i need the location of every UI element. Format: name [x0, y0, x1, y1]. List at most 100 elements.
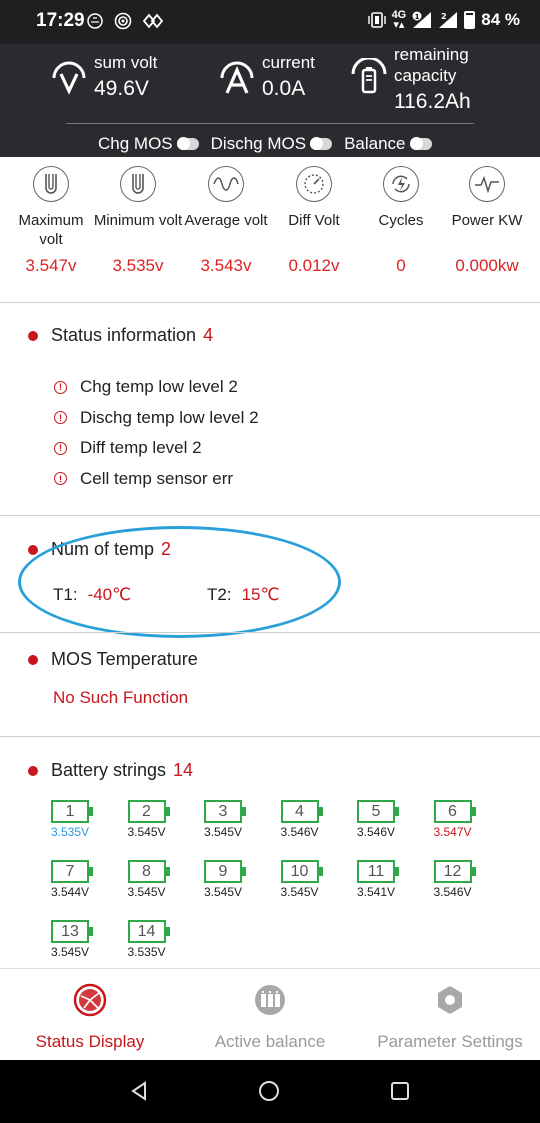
cell-battery-icon: 13 — [51, 920, 93, 943]
sum-volt-value: 49.6V — [94, 77, 149, 100]
alert-item: ! Diff temp level 2 — [54, 433, 259, 464]
alert-item: ! Chg temp low level 2 — [54, 372, 259, 403]
cell-voltage: 3.546V — [280, 825, 319, 839]
svg-text:2: 2 — [441, 12, 447, 21]
cell-battery-icon: 2 — [127, 800, 170, 823]
cell-battery-icon: 4 — [280, 800, 323, 823]
remaining-capacity-stat: remaining capacity 116.2Ah — [350, 44, 471, 115]
mos-temp-title: MOS Temperature — [28, 649, 198, 670]
battery-cell: 10 3.545V — [270, 860, 330, 899]
remaining-value: 116.2Ah — [394, 90, 471, 113]
current-label: current — [262, 53, 315, 72]
ammeter-icon — [220, 61, 254, 94]
vibrate-icon — [367, 12, 386, 28]
back-icon[interactable] — [128, 1080, 150, 1102]
voltage-metrics: Maximum volt 3.547v Minimum volt 3.535v … — [0, 166, 540, 302]
cycle-bolt-icon — [383, 166, 419, 202]
alert-item: ! Dischg temp low level 2 — [54, 403, 259, 434]
cell-voltage: 3.545V — [127, 885, 166, 899]
parameter-settings-icon — [438, 986, 462, 1014]
gauge-icon — [296, 166, 332, 202]
status-info-count: 4 — [203, 325, 214, 345]
battery-strings-count: 14 — [173, 760, 194, 780]
alert-item: ! Cell temp sensor err — [54, 464, 259, 495]
cell-voltage: 3.535V — [50, 825, 90, 839]
max-volt-icon — [33, 166, 69, 202]
current-value: 0.0A — [262, 77, 306, 100]
dischg-mos-toggle[interactable] — [310, 137, 333, 150]
mos-temp-message: No Such Function — [53, 688, 189, 707]
battery-cell: 9 3.545V — [193, 860, 253, 899]
sum-volt-stat: sum volt 49.6V — [50, 52, 157, 102]
cell-battery-icon: 8 — [127, 860, 170, 883]
tab-parameter-settings[interactable]: Parameter Settings — [365, 969, 535, 1061]
status-info-title: Status information 4 — [28, 325, 213, 346]
power-pulse-icon — [469, 166, 505, 202]
battery-gauge-icon — [351, 58, 387, 94]
divider — [0, 736, 540, 737]
alert-icon: ! — [54, 411, 67, 425]
remaining-label-2: capacity — [394, 66, 457, 85]
signal-sim1-icon: 1 — [412, 11, 432, 28]
chg-mos-switch[interactable]: Chg MOS — [98, 134, 199, 154]
voltmeter-icon — [52, 61, 86, 95]
recents-icon[interactable] — [389, 1080, 411, 1102]
bullet-dot — [28, 765, 38, 776]
cell-voltage: 3.546V — [433, 885, 472, 899]
battery-cell: 13 3.545V — [40, 920, 100, 959]
tab-status-display[interactable]: Status Display — [20, 969, 160, 1061]
divider — [0, 632, 540, 633]
cell-voltage: 3.545V — [280, 885, 319, 899]
cell-battery-icon: 1 — [51, 800, 93, 823]
mos-switches: Chg MOS Dischg MOS Balance — [98, 134, 432, 154]
battery-percent: 84 % — [481, 10, 520, 29]
cell-voltage: 3.545V — [203, 885, 243, 899]
cell-battery-icon: 9 — [204, 860, 246, 883]
alert-icon: ! — [54, 441, 67, 455]
annotation-ellipse — [18, 526, 341, 638]
cell-battery-icon: 10 — [280, 860, 323, 883]
battery-strings-title: Battery strings 14 — [28, 760, 193, 781]
battery-cell: 7 3.544V — [40, 860, 100, 899]
balance-switch[interactable]: Balance — [344, 134, 432, 154]
tab-active-balance[interactable]: Active balance — [200, 969, 340, 1061]
status-display-icon — [73, 983, 107, 1017]
status-bar: 17:29 4G ▾▴ 1 2 84 % — [0, 0, 540, 44]
clock: 17:29 — [36, 10, 85, 31]
metric-diff-volt: Diff Volt 0.012v — [269, 166, 359, 276]
cell-voltage: 3.545V — [203, 825, 243, 839]
cell-battery-icon: 14 — [127, 920, 170, 943]
status-icons: 4G ▾▴ 1 2 84 % — [367, 9, 520, 31]
system-nav-bar — [0, 1060, 540, 1123]
diamond-notification-icon — [142, 13, 164, 29]
home-icon[interactable] — [258, 1080, 280, 1102]
battery-cell: 1 3.535V — [40, 800, 100, 839]
chg-mos-toggle[interactable] — [176, 137, 199, 150]
balance-toggle[interactable] — [409, 137, 432, 150]
header-divider — [66, 123, 474, 124]
divider — [0, 302, 540, 303]
cell-battery-icon: 6 — [433, 800, 476, 823]
sum-volt-label: sum volt — [94, 53, 158, 72]
signal-sim2-icon: 2 — [439, 12, 458, 28]
metric-average-volt: Average volt 3.543v — [181, 166, 271, 276]
bottom-nav: Status Display Active balance Parameter … — [0, 968, 540, 1060]
battery-cell: 4 3.546V — [270, 800, 330, 839]
alert-icon: ! — [54, 472, 67, 486]
metric-max-volt: Maximum volt 3.547v — [6, 166, 96, 276]
metric-cycles: Cycles 0 — [356, 166, 446, 276]
cell-battery-icon: 12 — [433, 860, 476, 883]
dischg-mos-switch[interactable]: Dischg MOS — [211, 134, 333, 154]
battery-cell: 12 3.546V — [423, 860, 483, 899]
alert-list: ! Chg temp low level 2 ! Dischg temp low l… — [54, 372, 259, 494]
network-type: 4G ▾▴ — [391, 9, 407, 31]
metric-min-volt: Minimum volt 3.535v — [93, 166, 183, 276]
current-stat: current 0.0A — [218, 52, 315, 102]
battery-cell: 14 3.535V — [117, 920, 177, 959]
battery-cell: 6 3.547V — [423, 800, 483, 839]
cell-voltage: 3.535V — [127, 945, 166, 959]
remaining-label-1: remaining — [394, 45, 469, 64]
battery-icon — [464, 11, 476, 29]
cell-voltage: 3.545V — [127, 825, 166, 839]
svg-text:1: 1 — [415, 13, 420, 21]
